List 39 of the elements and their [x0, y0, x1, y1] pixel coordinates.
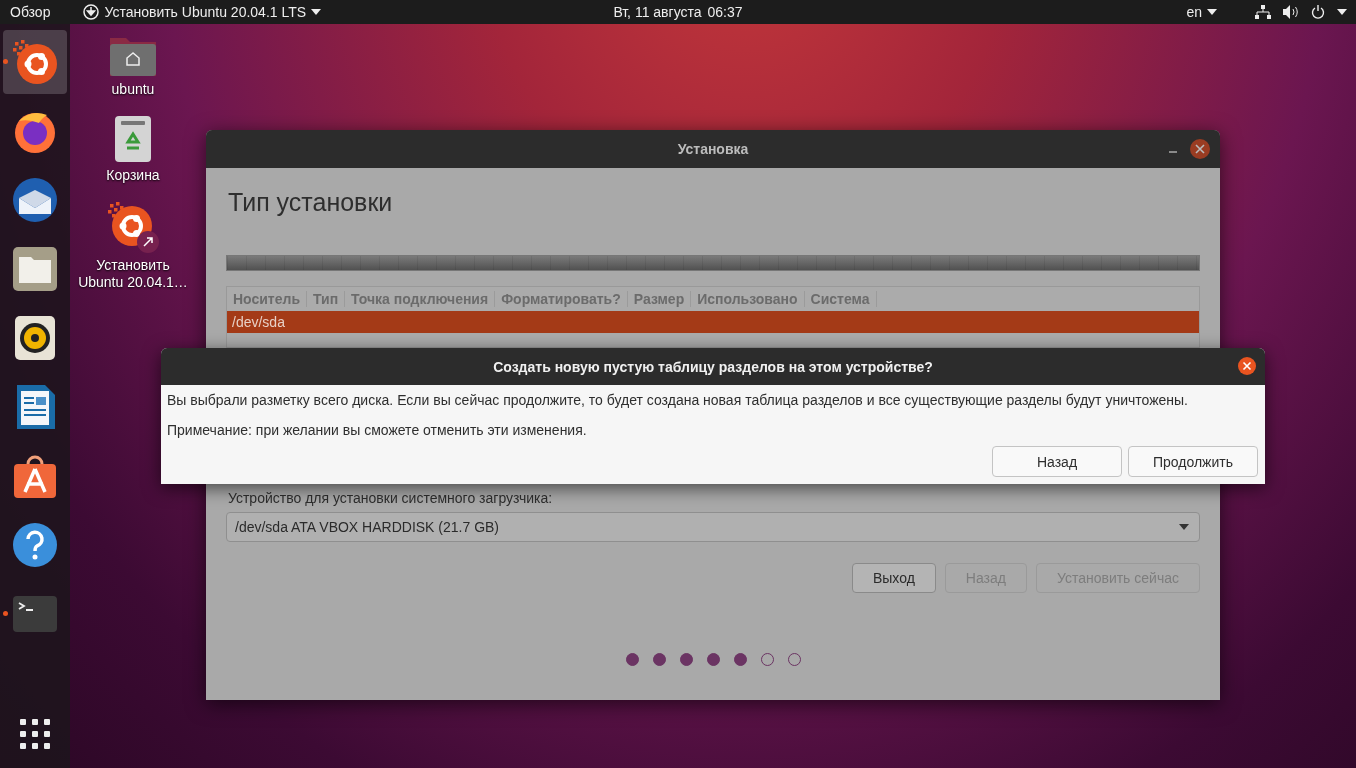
close-icon[interactable] [1190, 139, 1210, 159]
table-row[interactable]: /dev/sda [227, 311, 1199, 333]
page-heading: Тип установки [228, 188, 394, 217]
network-icon[interactable] [1255, 5, 1271, 19]
terminal-icon[interactable] [11, 594, 59, 634]
app-menu[interactable]: Установить Ubuntu 20.04.1 LTS [83, 4, 322, 20]
dialog-button[interactable]: Продолжить [1128, 446, 1258, 477]
app-menu-label: Установить Ubuntu 20.04.1 LTS [104, 4, 307, 20]
download-icon [83, 4, 100, 20]
dropdown-caret-icon [1179, 524, 1189, 530]
desktop-icon-label[interactable]: Установить Ubuntu 20.04.1… [74, 257, 192, 291]
dialog-note: Примечание: при желании вы сможете отменить эти изменения. [166, 422, 588, 438]
dialog-message: Вы выбрали разметку всего диска. Если вы сейчас продолжите, то будет создана новая таблица разделов и все существующие разделы будут уничтожены. [166, 392, 1189, 408]
language-label: en [1186, 4, 1202, 20]
system-menu-caret-icon [1337, 9, 1347, 15]
power-icon[interactable] [1311, 5, 1325, 19]
volume-icon[interactable] [1283, 5, 1299, 19]
bootloader-label: Устройство для установки системного загрузчика: [228, 490, 554, 506]
dialog-button[interactable]: Назад [992, 446, 1122, 477]
clock-time[interactable]: 06:37 [707, 4, 743, 20]
overview-button[interactable]: Обзор [10, 4, 51, 20]
window-title: Установка [677, 141, 749, 157]
caret-icon [1207, 9, 1217, 15]
help-icon[interactable] [11, 521, 59, 569]
installer-icon [11, 38, 59, 86]
window-button[interactable]: Выход [851, 563, 936, 593]
language-menu[interactable]: en [1186, 4, 1217, 20]
installer-shortcut-icon[interactable] [106, 200, 160, 254]
clock-date[interactable]: Вт, 11 августа [613, 4, 702, 20]
caret-icon [311, 9, 322, 15]
dock-item[interactable] [3, 30, 67, 94]
desktop-icon-label[interactable]: Корзина [74, 167, 192, 184]
table-cell: /dev/sda [232, 314, 285, 330]
bootloader-dropdown[interactable]: /dev/sda ATA VBOX HARDDISK (21.7 GB) [226, 512, 1200, 542]
close-icon[interactable] [1237, 356, 1257, 376]
folder-icon[interactable] [11, 245, 59, 293]
desktop-icon-label[interactable]: ubuntu [74, 81, 192, 98]
thunderbird-icon[interactable] [11, 176, 59, 224]
dialog-title: Создать новую пустую таблицу разделов на этом устройстве? [493, 358, 933, 375]
